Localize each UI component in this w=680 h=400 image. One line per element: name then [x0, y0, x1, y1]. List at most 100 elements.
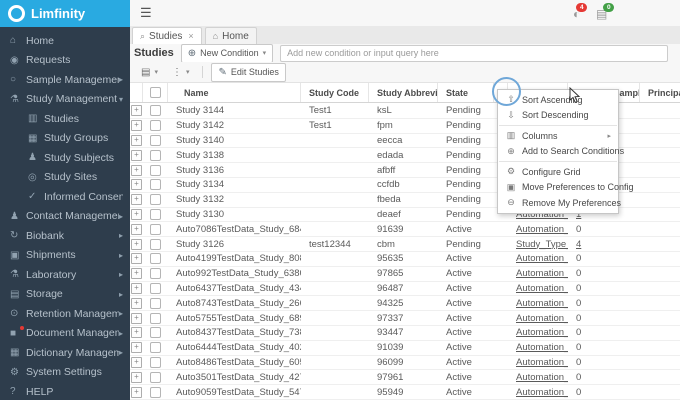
- planned-samples-value[interactable]: 0: [576, 387, 581, 398]
- study-type-link[interactable]: Automation_StudyT...: [516, 268, 568, 279]
- sidebar-item-requests[interactable]: ◉ Requests: [0, 51, 130, 71]
- row-expand-icon[interactable]: +: [131, 342, 142, 354]
- row-checkbox[interactable]: [150, 120, 161, 132]
- sidebar-item-study-subjects[interactable]: ♟ Study Subjects: [0, 148, 130, 168]
- close-icon[interactable]: ×: [188, 31, 193, 41]
- sidebar-item-contact-management[interactable]: ♟ Contact Management ▸: [0, 207, 130, 227]
- app-logo[interactable]: Limfinity: [0, 0, 130, 27]
- sidebar-item-laboratory[interactable]: ⚗ Laboratory ▸: [0, 265, 130, 285]
- planned-samples-value[interactable]: 0: [576, 298, 581, 309]
- sidebar-item-system-settings[interactable]: ⚙ System Settings: [0, 363, 130, 383]
- sidebar-item-studies[interactable]: ▥ Studies: [0, 109, 130, 129]
- row-checkbox[interactable]: [150, 342, 161, 354]
- study-type-link[interactable]: Automation_StudyT...: [516, 387, 568, 398]
- row-expand-icon[interactable]: +: [131, 371, 142, 383]
- edit-studies-button[interactable]: ✎ Edit Studies: [211, 62, 286, 82]
- row-expand-icon[interactable]: +: [131, 327, 142, 339]
- row-expand-icon[interactable]: +: [131, 149, 142, 161]
- jobs-status-icon[interactable]: ◐ 4: [573, 3, 588, 21]
- select-all-checkbox-cell[interactable]: [143, 83, 168, 102]
- reports-status-icon[interactable]: ▤ 0: [596, 3, 615, 21]
- row-expand-icon[interactable]: +: [131, 134, 142, 146]
- sidebar-item-study-sites[interactable]: ◎ Study Sites: [0, 168, 130, 188]
- row-expand-icon[interactable]: +: [131, 268, 142, 280]
- sidebar-item-sample-management[interactable]: ○ Sample Management ▸: [0, 70, 130, 90]
- row-expand-icon[interactable]: +: [131, 179, 142, 191]
- row-expand-icon[interactable]: +: [131, 253, 142, 265]
- menu-item-move-preferences-to-config[interactable]: ▣ Move Preferences to Config: [498, 180, 634, 196]
- study-type-link[interactable]: Automation_StudyT...: [516, 327, 568, 338]
- new-condition-button[interactable]: ⊕ New Condition ▾: [180, 43, 274, 63]
- row-checkbox[interactable]: [150, 208, 161, 220]
- menu-item-columns[interactable]: ▥ Columns ▸: [498, 128, 618, 144]
- sidebar-item-study-groups[interactable]: ▦ Study Groups: [0, 129, 130, 149]
- planned-samples-value[interactable]: 0: [576, 253, 581, 264]
- sidebar-item-informed-consent[interactable]: ✓ Informed Consent: [0, 187, 130, 207]
- planned-samples-value[interactable]: 0: [576, 342, 581, 353]
- more-actions-button[interactable]: ⋮ ▾: [167, 65, 195, 80]
- menu-item-remove-my-preferences[interactable]: ⊖ Remove My Preferences: [498, 195, 621, 211]
- row-expand-icon[interactable]: +: [131, 238, 142, 250]
- row-expand-icon[interactable]: +: [131, 208, 142, 220]
- study-type-link[interactable]: Automation_StudyT...: [516, 342, 568, 353]
- row-expand-icon[interactable]: +: [131, 386, 142, 398]
- row-checkbox[interactable]: [150, 356, 161, 368]
- row-expand-icon[interactable]: +: [131, 312, 142, 324]
- select-all-checkbox[interactable]: [149, 87, 161, 98]
- row-checkbox[interactable]: [150, 179, 161, 191]
- planned-samples-value[interactable]: 0: [576, 327, 581, 338]
- study-type-link[interactable]: Automation_StudyT...: [516, 283, 568, 294]
- study-type-link[interactable]: Automation_StudyT...: [516, 313, 568, 324]
- row-expand-icon[interactable]: +: [131, 297, 142, 309]
- row-checkbox[interactable]: [150, 282, 161, 294]
- menu-item-add-to-search-conditions[interactable]: ⊕ Add to Search Conditions: [498, 144, 624, 160]
- row-expand-icon[interactable]: +: [131, 164, 142, 176]
- report-menu-button[interactable]: ▤ ▾: [136, 65, 163, 80]
- sidebar-item-shipments[interactable]: ▣ Shipments ▸: [0, 246, 130, 266]
- row-checkbox[interactable]: [150, 149, 161, 161]
- planned-samples-value[interactable]: 0: [576, 313, 581, 324]
- sidebar-item-dictionary-management[interactable]: ▦Dictionary Management▸: [0, 343, 130, 363]
- sidebar-item-home[interactable]: ⌂ Home: [0, 31, 130, 51]
- hamburger-menu-icon[interactable]: ☰: [140, 5, 152, 21]
- sidebar-item-document-management[interactable]: ■Document Management▸: [0, 324, 130, 344]
- row-checkbox[interactable]: [150, 164, 161, 176]
- row-checkbox[interactable]: [150, 312, 161, 324]
- row-checkbox[interactable]: [150, 223, 161, 235]
- sidebar-item-study-management[interactable]: ⚗ Study Management ▾: [0, 90, 130, 110]
- row-expand-icon[interactable]: +: [131, 223, 142, 235]
- row-expand-icon[interactable]: +: [131, 120, 142, 132]
- column-header-study-code[interactable]: Study Code: [301, 83, 369, 102]
- row-expand-icon[interactable]: +: [131, 282, 142, 294]
- study-type-link[interactable]: Automation_StudyT...: [516, 224, 568, 235]
- column-header-principal-investigator[interactable]: Principal Inv: [640, 83, 680, 102]
- study-type-link[interactable]: Automation_StudyT...: [516, 298, 568, 309]
- planned-samples-value[interactable]: 0: [576, 357, 581, 368]
- sidebar-item-storage[interactable]: ▤ Storage ▸: [0, 285, 130, 305]
- row-expand-icon[interactable]: +: [131, 105, 142, 117]
- row-checkbox[interactable]: [150, 134, 161, 146]
- sidebar-item-biobank[interactable]: ↻ Biobank ▸: [0, 226, 130, 246]
- planned-samples-value[interactable]: 0: [576, 224, 581, 235]
- tab-home[interactable]: ⌂ Home: [204, 27, 257, 44]
- row-expand-icon[interactable]: +: [131, 194, 142, 206]
- column-header-name[interactable]: Name: [168, 83, 301, 102]
- menu-item-configure-grid[interactable]: ⚙ Configure Grid: [498, 164, 618, 180]
- study-type-link[interactable]: Automation_StudyT...: [516, 372, 568, 383]
- study-type-link[interactable]: Automation_StudyT...: [516, 357, 568, 368]
- query-input[interactable]: [280, 44, 668, 62]
- planned-samples-value[interactable]: 0: [576, 372, 581, 383]
- planned-samples-value[interactable]: 4: [576, 239, 581, 250]
- sidebar-item-retention-management[interactable]: ⊙Retention Management▸: [0, 304, 130, 324]
- menu-item-sort-descending[interactable]: ⇩ Sort Descending: [498, 108, 618, 124]
- study-type-link[interactable]: Study_Type_SH: [516, 239, 568, 250]
- row-checkbox[interactable]: [150, 327, 161, 339]
- row-checkbox[interactable]: [150, 105, 161, 117]
- planned-samples-value[interactable]: 0: [576, 268, 581, 279]
- row-expand-icon[interactable]: +: [131, 356, 142, 368]
- column-header-study-abbreviation[interactable]: Study Abbreviation: [369, 83, 438, 102]
- menu-item-sort-ascending[interactable]: ⇧ Sort Ascending: [498, 92, 618, 108]
- study-type-link[interactable]: Automation_StudyT...: [516, 253, 568, 264]
- row-checkbox[interactable]: [150, 238, 161, 250]
- row-checkbox[interactable]: [150, 194, 161, 206]
